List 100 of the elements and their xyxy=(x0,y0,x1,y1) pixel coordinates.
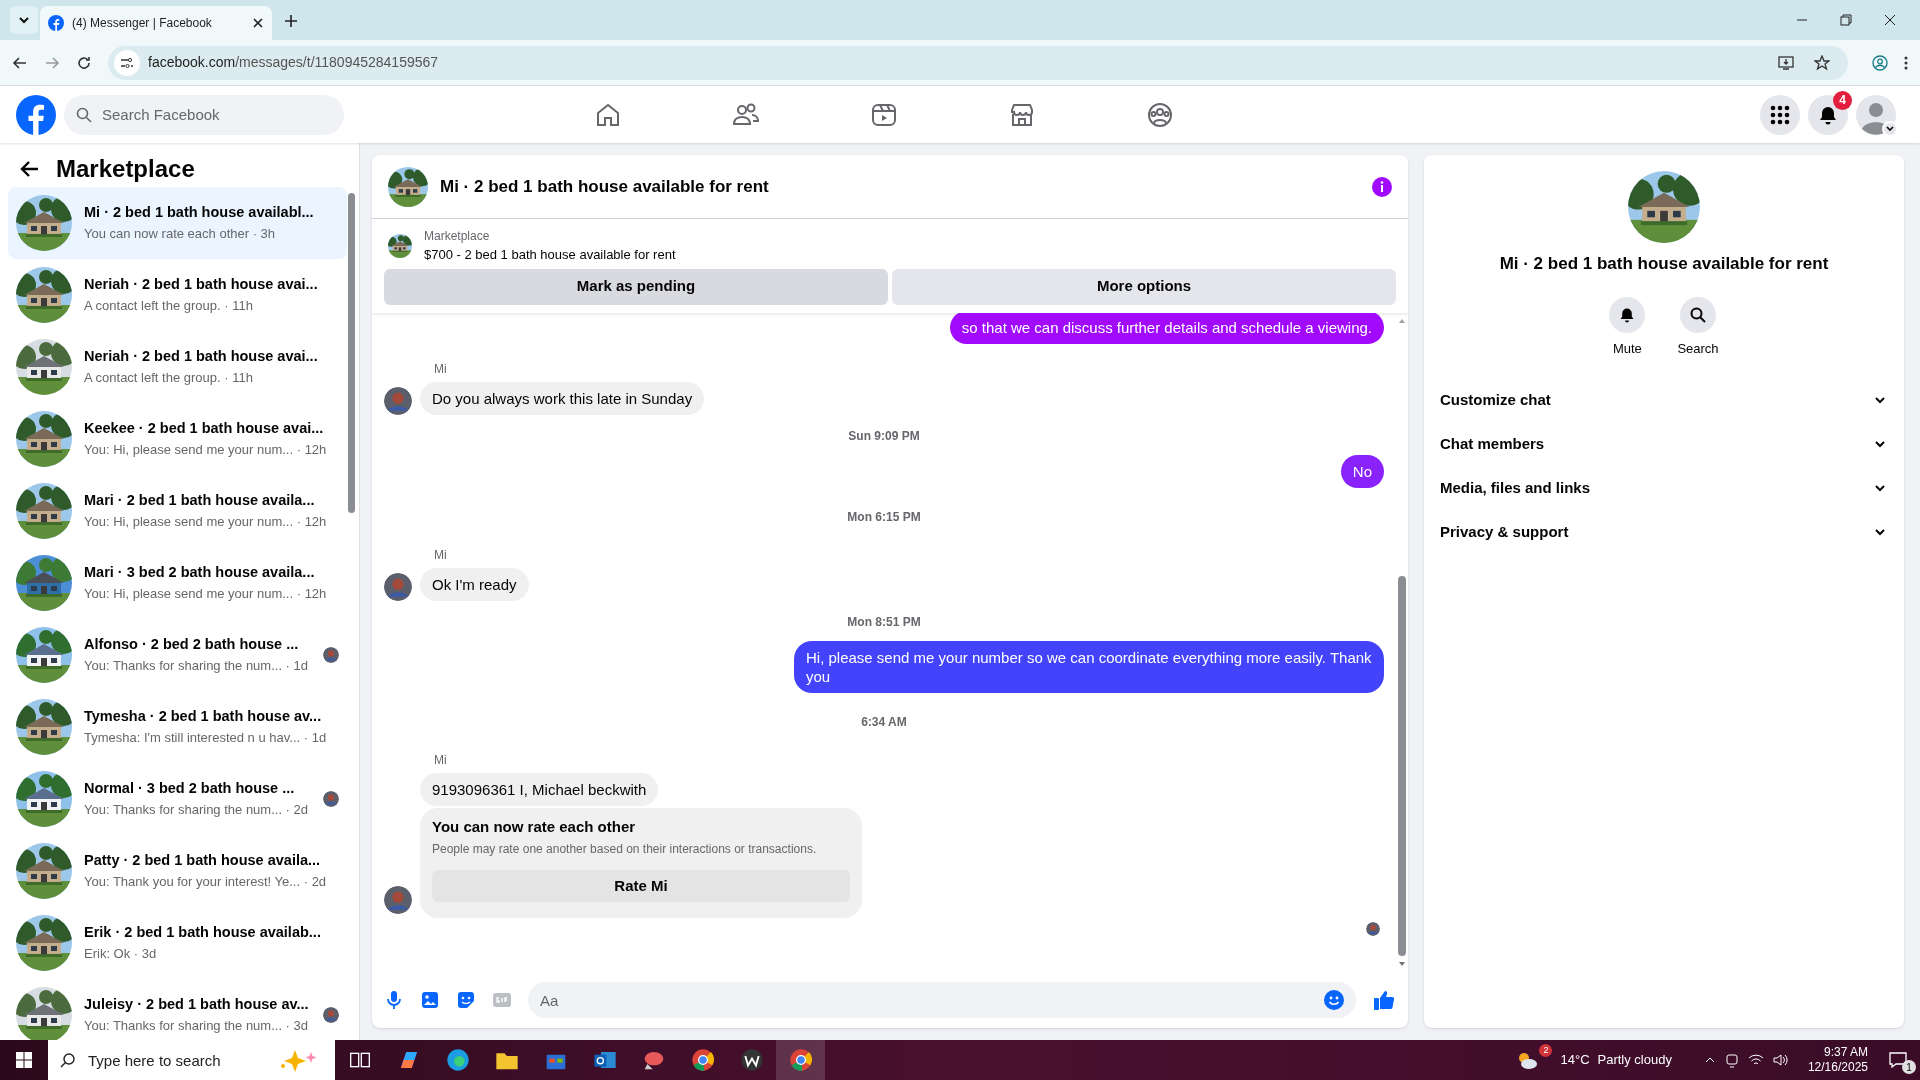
details-action-button[interactable] xyxy=(1609,296,1646,333)
tab-list-button[interactable] xyxy=(10,6,38,34)
conversation-item[interactable]: Alfonso · 2 bed 2 bath house ... You: Thanks for sharing the num... · 1d xyxy=(8,619,347,691)
listing-action-button[interactable]: Mark as pending xyxy=(384,268,888,305)
facebook-logo-icon xyxy=(48,15,64,31)
facebook-logo-icon[interactable] xyxy=(16,94,56,135)
notification-count: 4 xyxy=(1833,90,1852,110)
bookmark-star-icon[interactable] xyxy=(1814,54,1830,71)
rating-description: People may rate one another based on their interactions or transactions. xyxy=(432,841,818,858)
conversation-item[interactable]: Mi · 2 bed 1 bath house availabl... You can now rate each other · 3h xyxy=(8,187,347,259)
avatar-icon xyxy=(384,886,412,914)
listing-label: Marketplace xyxy=(424,228,491,245)
clock-date[interactable]: 12/16/2025 xyxy=(1807,1060,1868,1075)
search-field[interactable]: Search Facebook xyxy=(64,94,344,135)
conversation-item[interactable]: Neriah · 2 bed 1 bath house avai... A contact left the group. · 11h xyxy=(8,259,347,331)
bell-icon xyxy=(1818,104,1838,125)
details-section[interactable]: Customize chat xyxy=(1440,378,1888,422)
conversation-item[interactable]: Patty · 2 bed 1 bath house availa... You: Thank you for your interest! Ye... · 2d xyxy=(8,835,347,907)
details-section[interactable]: Privacy & support xyxy=(1440,510,1888,554)
back-icon[interactable] xyxy=(20,159,40,179)
search-icon xyxy=(1690,306,1706,323)
conversation-title: Mi · 2 bed 1 bath house availabl... xyxy=(84,203,315,223)
conversation-title: Alfonso · 2 bed 2 bath house ... xyxy=(84,635,300,655)
menu-icon xyxy=(1770,104,1790,125)
conversation-item[interactable]: Tymesha · 2 bed 1 bath house av... Tymesha: I'm still interested n u hav... · 1d xyxy=(8,691,347,763)
conversation-item[interactable]: Neriah · 2 bed 1 bath house avai... A contact left the group. · 11h xyxy=(8,331,347,403)
microphone-icon[interactable] xyxy=(384,990,404,1010)
conversation-title: Normal · 3 bed 2 bath house ... xyxy=(84,779,296,799)
install-app-icon[interactable] xyxy=(1778,54,1794,71)
details-action-button[interactable] xyxy=(1680,296,1716,333)
chevron-down-icon xyxy=(18,14,30,26)
rate-button[interactable]: Rate Mi xyxy=(432,870,850,902)
meet-icon[interactable] xyxy=(1723,1052,1740,1068)
conversation-title: Erik · 2 bed 1 bath house availab... xyxy=(84,923,322,943)
conversation-title: Mari · 2 bed 1 bath house availa... xyxy=(84,491,316,511)
emoji-icon[interactable] xyxy=(1324,990,1344,1010)
rating-title: You can now rate each other xyxy=(432,816,637,837)
browser-tab[interactable]: (4) Messenger | Facebook xyxy=(40,6,272,40)
conversation-snippet: A contact left the group. · 11h xyxy=(84,297,254,316)
site-info-icon[interactable] xyxy=(114,49,140,76)
conversation-snippet: You: Thanks for sharing the num... · 2d xyxy=(84,801,310,820)
volume-icon[interactable] xyxy=(1771,1052,1788,1068)
clock-time[interactable]: 9:37 AM xyxy=(1823,1045,1868,1060)
message-field[interactable]: Aa xyxy=(528,982,1356,1018)
sticker-icon[interactable] xyxy=(456,990,476,1010)
profile-icon[interactable] xyxy=(1872,54,1888,71)
address-bar[interactable]: facebook.com/messages/t/1180945284159567 xyxy=(108,45,1848,80)
back-icon[interactable] xyxy=(12,54,28,71)
conversation-title: Keekee · 2 bed 1 bath house avai... xyxy=(84,419,325,439)
groups-icon[interactable] xyxy=(1146,100,1174,129)
scrollbar[interactable] xyxy=(348,193,355,513)
details-section[interactable]: Chat members xyxy=(1440,422,1888,466)
conversation-title: Tymesha · 2 bed 1 bath house av... xyxy=(84,707,323,727)
sender-name: Mi xyxy=(434,751,448,769)
close-icon[interactable] xyxy=(252,17,264,29)
conversation-item[interactable]: Keekee · 2 bed 1 bath house avai... You: Hi, please send me your num... · 12h xyxy=(8,403,347,475)
conversation-snippet: You: Thanks for sharing the num... · 1d xyxy=(84,657,310,676)
listing-action-button[interactable]: More options xyxy=(892,268,1396,305)
details-section[interactable]: Media, files and links xyxy=(1440,466,1888,510)
menu-button[interactable] xyxy=(1760,94,1800,135)
avatar-icon xyxy=(384,572,412,601)
thumbs-up-icon[interactable] xyxy=(1372,988,1396,1012)
conversation-item[interactable]: Mari · 2 bed 1 bath house availa... You: Hi, please send me your num... · 12h xyxy=(8,475,347,547)
new-tab-icon[interactable] xyxy=(284,14,298,28)
conversation-snippet: Erik: Ok · 3d xyxy=(84,945,158,964)
scrollbar[interactable] xyxy=(1398,576,1406,956)
info-icon[interactable] xyxy=(1372,176,1392,197)
start-icon[interactable] xyxy=(16,1052,32,1068)
close-icon[interactable] xyxy=(1884,14,1896,26)
conversation-title: Mari · 3 bed 2 bath house availa... xyxy=(84,563,316,583)
conversation-snippet: You: Hi, please send me your num... · 12h xyxy=(84,513,328,532)
conversation-title: Neriah · 2 bed 1 bath house avai... xyxy=(84,347,319,367)
search-icon xyxy=(60,1052,76,1068)
restore-icon[interactable] xyxy=(1840,14,1852,26)
scroll-down-icon[interactable] xyxy=(1398,960,1406,968)
action-label: Mute xyxy=(1612,339,1642,358)
sent-message: so that we can discuss further details and schedule a viewing. xyxy=(949,312,1384,344)
listing-title[interactable]: $700 - 2 bed 1 bath house available for rent xyxy=(424,245,676,265)
taskbar-search-field[interactable]: Type here to search xyxy=(48,1040,335,1080)
avatar-icon xyxy=(323,791,339,807)
timestamp: 6:34 AM xyxy=(860,713,908,731)
notification-icon[interactable] xyxy=(1888,1050,1908,1070)
received-message: 9193096361 I, Michael beckwith xyxy=(420,772,659,806)
conversation-item[interactable]: Erik · 2 bed 1 bath house availab... Erik: Ok · 3d xyxy=(8,907,347,979)
forward-icon[interactable] xyxy=(44,54,60,71)
conversation-snippet: You: Hi, please send me your num... · 12h xyxy=(84,441,328,460)
conversation-snippet: A contact left the group. · 11h xyxy=(84,369,254,388)
avatar-icon xyxy=(384,386,412,415)
conversation-snippet: Tymesha: I'm still interested n u hav... · 1d xyxy=(84,729,328,748)
menu-icon[interactable] xyxy=(1904,54,1908,71)
conversation-item[interactable]: Mari · 3 bed 2 bath house availa... You: Hi, please send me your num... · 12h xyxy=(8,547,347,619)
action-label: Search xyxy=(1677,339,1719,358)
image-icon[interactable] xyxy=(420,990,440,1010)
weather-badge: 2 xyxy=(1539,1044,1553,1057)
avatar-icon xyxy=(1366,922,1380,936)
reload-icon[interactable] xyxy=(76,54,92,71)
account-button[interactable] xyxy=(1856,94,1896,135)
conversation-item[interactable]: Normal · 3 bed 2 bath house ... You: Thanks for sharing the num... · 2d xyxy=(8,763,347,835)
sent-message: Hi, please send me your number so we can coordinate everything more easily. Thank you xyxy=(794,640,1384,693)
temperature: 14°C xyxy=(1560,1051,1590,1070)
